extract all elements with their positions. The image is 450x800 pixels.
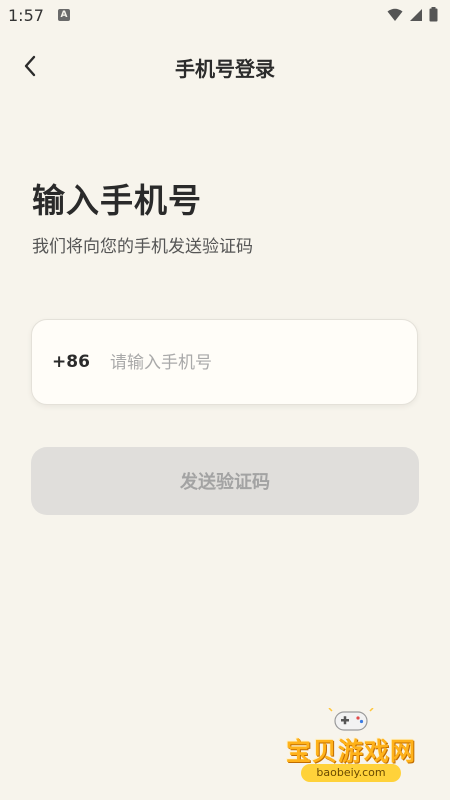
- subheading: 我们将向您的手机发送验证码: [32, 237, 253, 257]
- nav-bar: 手机号登录: [0, 40, 450, 94]
- heading: 输入手机号: [32, 181, 202, 220]
- phone-field[interactable]: +86: [31, 319, 418, 405]
- country-code[interactable]: +86: [52, 352, 90, 372]
- watermark: 宝贝游戏网 baobeiy.com: [276, 706, 426, 796]
- status-bar: 1:57 A: [0, 0, 450, 30]
- page-title: 手机号登录: [175, 57, 275, 81]
- watermark-url: baobeiy.com: [301, 764, 401, 782]
- a-icon: A: [58, 9, 70, 21]
- status-icons: [387, 7, 438, 22]
- signal-icon: [410, 8, 422, 21]
- phone-input[interactable]: [108, 344, 392, 382]
- gamepad-icon: [328, 708, 374, 731]
- wifi-icon: [387, 8, 403, 21]
- send-code-button[interactable]: 发送验证码: [31, 447, 419, 515]
- battery-icon: [429, 7, 438, 22]
- status-time: 1:57: [8, 6, 44, 25]
- watermark-name: 宝贝游戏网: [285, 737, 416, 766]
